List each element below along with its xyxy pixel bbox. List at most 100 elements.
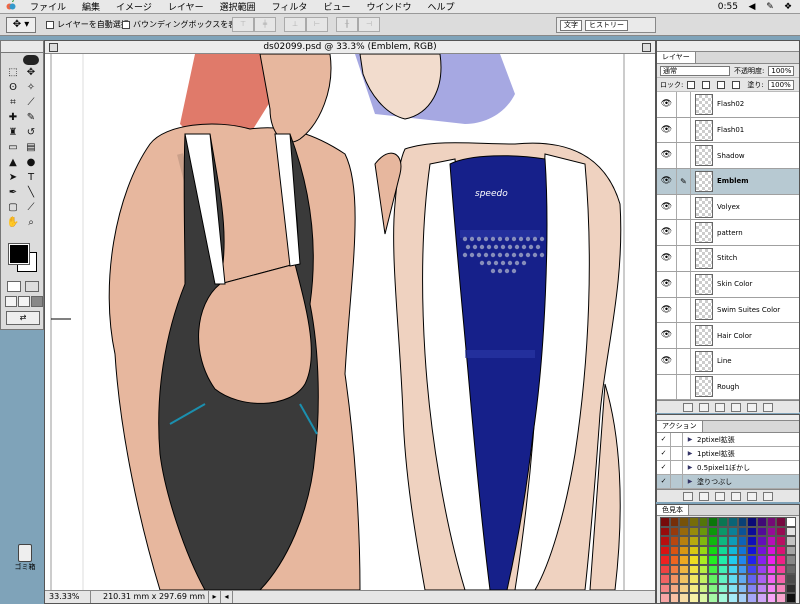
app-menu-icon[interactable]: ❖ — [782, 2, 794, 12]
menu-image[interactable]: イメージ — [108, 0, 160, 13]
auto-select-layer-option[interactable]: レイヤーを自動選択 — [46, 19, 129, 30]
eye-icon[interactable]: 👁 — [657, 323, 677, 348]
color-swatch[interactable] — [689, 593, 699, 603]
color-swatch[interactable] — [679, 583, 690, 593]
eyedropper-tool-icon[interactable]: ⟋ — [22, 200, 40, 215]
screen-mode-full-menu[interactable] — [18, 296, 30, 307]
color-swatch[interactable] — [747, 545, 757, 555]
color-swatch[interactable] — [737, 526, 748, 536]
expand-triangle-icon[interactable]: ▶ — [683, 464, 697, 471]
add-mask-button[interactable] — [699, 402, 709, 412]
quick-mask-button[interactable] — [25, 281, 39, 292]
show-bounding-box-option[interactable]: バウンディングボックスを表示 — [122, 19, 244, 30]
color-swatch[interactable] — [708, 593, 719, 603]
brush-tool-icon[interactable]: ✎ — [22, 110, 40, 125]
bounding-box-checkbox[interactable] — [122, 20, 130, 29]
layer-row[interactable]: 👁 Swim Suites Color — [657, 297, 799, 324]
color-swatch[interactable] — [669, 517, 680, 527]
layer-row[interactable]: 👁 Flash02 — [657, 92, 799, 118]
clone-stamp-icon[interactable]: ♜ — [4, 125, 22, 140]
pen-tool-icon[interactable]: ✒ — [4, 185, 22, 200]
color-swatch[interactable] — [756, 593, 767, 603]
color-swatch[interactable] — [718, 555, 728, 565]
dodge-tool-icon[interactable]: ● — [22, 155, 40, 170]
color-swatch[interactable] — [718, 536, 728, 546]
play-button[interactable] — [715, 491, 725, 501]
link-slot[interactable] — [677, 297, 691, 323]
color-swatch[interactable] — [785, 526, 796, 536]
color-swatch[interactable] — [737, 545, 748, 555]
color-swatch[interactable] — [776, 517, 786, 527]
layer-row[interactable]: 👁 Hair Color — [657, 323, 799, 349]
eye-icon[interactable]: 👁 — [657, 143, 677, 169]
action-row-selected[interactable]: ✓ ▶ 塗りつぶし — [657, 475, 799, 489]
color-swatch[interactable] — [785, 545, 796, 555]
foreground-color-swatch[interactable] — [8, 243, 30, 265]
color-swatch[interactable] — [669, 583, 680, 593]
screen-mode-standard[interactable] — [5, 296, 17, 307]
trash-icon[interactable]: ゴミ箱 — [14, 544, 36, 580]
eye-icon[interactable] — [657, 374, 677, 400]
lock-all-checkbox[interactable] — [732, 80, 741, 89]
align-top-button[interactable]: ⊤ — [232, 17, 254, 32]
color-swatch[interactable] — [718, 574, 728, 584]
stop-button[interactable] — [683, 491, 693, 501]
tab-actions[interactable]: アクション — [657, 421, 703, 432]
menu-help[interactable]: ヘルプ — [419, 0, 462, 13]
link-slot[interactable] — [677, 246, 691, 271]
color-swatch[interactable] — [679, 593, 690, 603]
check-icon[interactable]: ✓ — [657, 433, 671, 446]
keyboard-icon[interactable]: ✎ — [764, 2, 776, 12]
check-icon[interactable]: ✓ — [657, 447, 671, 460]
color-swatch[interactable] — [766, 526, 777, 536]
color-swatch[interactable] — [660, 593, 670, 603]
marquee-tool-icon[interactable]: ⬚ — [4, 65, 22, 80]
color-swatch[interactable] — [747, 564, 757, 574]
color-swatch[interactable] — [660, 545, 670, 555]
color-swatch[interactable] — [776, 526, 786, 536]
color-swatch[interactable] — [737, 574, 748, 584]
color-swatch[interactable] — [747, 517, 757, 527]
screen-mode-full[interactable] — [31, 296, 43, 307]
align-bottom-button[interactable]: ⊥ — [284, 17, 306, 32]
delete-layer-button[interactable] — [763, 402, 773, 412]
color-swatch[interactable] — [708, 517, 719, 527]
color-swatch[interactable] — [727, 545, 738, 555]
color-swatch[interactable] — [747, 555, 757, 565]
opacity-field[interactable]: 100% — [768, 65, 795, 76]
color-swatch[interactable] — [708, 583, 719, 593]
color-swatch[interactable] — [698, 564, 709, 574]
color-swatch[interactable] — [718, 545, 728, 555]
dialog-toggle[interactable] — [671, 461, 683, 474]
eraser-tool-icon[interactable]: ▭ — [4, 140, 22, 155]
action-row[interactable]: ✓ ▶ 0.5pixel1ぼかし — [657, 461, 799, 475]
new-action-button[interactable] — [747, 491, 757, 501]
color-swatch[interactable] — [689, 583, 699, 593]
color-swatch[interactable] — [727, 593, 738, 603]
color-swatch[interactable] — [776, 536, 786, 546]
color-swatch[interactable] — [698, 545, 709, 555]
align-left-button[interactable]: ⊢ — [306, 17, 328, 32]
link-slot[interactable] — [677, 348, 691, 374]
color-swatch[interactable] — [766, 574, 777, 584]
color-swatch[interactable] — [679, 526, 690, 536]
palette-well-tab-type[interactable]: 文字 — [560, 19, 582, 31]
document-canvas[interactable]: speedo — [45, 54, 655, 590]
color-swatch[interactable] — [766, 517, 777, 527]
action-row[interactable]: ✓ ▶ 2ptixel拡張 — [657, 433, 799, 447]
tab-swatches[interactable]: 色見本 — [657, 505, 689, 515]
color-swatch[interactable] — [747, 583, 757, 593]
apple-menu-icon[interactable] — [0, 0, 22, 14]
adobe-online-icon[interactable] — [23, 55, 39, 65]
expand-triangle-icon[interactable]: ▶ — [683, 450, 697, 457]
new-set-button[interactable] — [731, 491, 741, 501]
status-menu-arrow-icon[interactable]: ▸ — [209, 591, 221, 603]
fill-field[interactable]: 100% — [767, 79, 794, 90]
color-swatch[interactable] — [689, 545, 699, 555]
link-slot[interactable] — [677, 271, 691, 297]
color-swatch[interactable] — [669, 574, 680, 584]
color-swatch[interactable] — [669, 536, 680, 546]
color-swatch[interactable] — [689, 526, 699, 536]
color-swatch[interactable] — [660, 574, 670, 584]
delete-action-button[interactable] — [763, 491, 773, 501]
